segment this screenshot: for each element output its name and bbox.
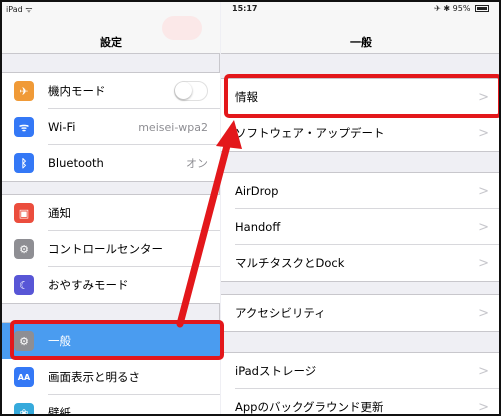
chevron-right-icon: > (478, 183, 489, 199)
detail-item-multitasking-dock[interactable]: マルチタスクとDock > (221, 245, 499, 281)
detail-item-handoff[interactable]: Handoff > (221, 209, 499, 245)
sidebar-item-label: Wi-Fi (48, 120, 76, 134)
wallpaper-icon: ❀ (14, 403, 34, 414)
sidebar-item-notifications[interactable]: ▣ 通知 (2, 195, 220, 231)
general-detail-pane: 一般 情報 > ソフトウェア・アップデート > AirDrop > Handof… (221, 2, 499, 415)
sidebar-item-label: コントロールセンター (48, 242, 163, 256)
sidebar-item-bluetooth[interactable]: ᛒ Bluetooth オン (2, 145, 220, 181)
sidebar-item-label: 壁紙 (48, 406, 71, 416)
wifi-icon: ᯤ (14, 117, 34, 137)
detail-item-label: AirDrop (235, 184, 279, 198)
sidebar-title: 設定 (100, 36, 122, 49)
chevron-right-icon: > (478, 399, 489, 415)
sidebar-item-display-brightness[interactable]: AA 画面表示と明るさ (2, 359, 220, 395)
detail-item-background-app-refresh[interactable]: Appのバックグラウンド更新 > (221, 389, 499, 415)
detail-item-accessibility[interactable]: アクセシビリティ > (221, 295, 499, 331)
sidebar-group-notifications: ▣ 通知 ⚙ コントロールセンター ☾ おやすみモード (2, 194, 220, 304)
chevron-right-icon: > (478, 363, 489, 379)
sidebar-item-label: 通知 (48, 206, 71, 220)
notification-icon: ▣ (14, 203, 34, 223)
sidebar-item-wifi[interactable]: ᯤ Wi-Fi meisei-wpa2 (2, 109, 220, 145)
bluetooth-status: オン (186, 157, 208, 170)
chevron-right-icon: > (478, 255, 489, 271)
detail-group-storage: iPadストレージ > Appのバックグラウンド更新 > (221, 352, 499, 415)
sidebar-item-label: 機内モード (48, 84, 106, 98)
sidebar-item-control-center[interactable]: ⚙ コントロールセンター (2, 231, 220, 267)
moon-icon: ☾ (14, 275, 34, 295)
sidebar-item-do-not-disturb[interactable]: ☾ おやすみモード (2, 267, 220, 303)
sidebar-item-label: おやすみモード (48, 278, 129, 292)
wifi-network-name: meisei-wpa2 (138, 120, 208, 134)
status-indicators: ✈ ✱ 95% (434, 4, 489, 13)
sidebar-item-wallpaper[interactable]: ❀ 壁紙 (2, 395, 220, 416)
detail-item-airdrop[interactable]: AirDrop > (221, 173, 499, 209)
detail-item-label: iPadストレージ (235, 364, 317, 378)
highlight-box-general (10, 320, 224, 360)
detail-item-label: Handoff (235, 220, 281, 234)
sidebar-item-airplane-mode[interactable]: ✈ 機内モード (2, 73, 220, 109)
control-center-icon: ⚙ (14, 239, 34, 259)
battery-icon (475, 5, 489, 12)
highlight-box-about (224, 74, 499, 118)
bluetooth-icon: ᛒ (14, 153, 34, 173)
status-time: 15:17 (232, 4, 258, 13)
screenshot-frame: 設定 ✈ 機内モード ᯤ Wi-Fi meisei-wpa2 ᛒ Bluetoo… (0, 0, 501, 416)
airplane-mode-toggle[interactable] (174, 81, 208, 101)
chevron-right-icon: > (478, 219, 489, 235)
detail-group-accessibility: アクセシビリティ > (221, 294, 499, 332)
detail-item-ipad-storage[interactable]: iPadストレージ > (221, 353, 499, 389)
sidebar-item-label: 画面表示と明るさ (48, 370, 140, 384)
detail-group-continuity: AirDrop > Handoff > マルチタスクとDock > (221, 172, 499, 282)
sidebar-item-label: Bluetooth (48, 156, 104, 170)
display-icon: AA (14, 367, 34, 387)
status-battery-text: ✈ ✱ 95% (434, 4, 471, 13)
detail-item-label: Appのバックグラウンド更新 (235, 400, 384, 414)
detail-item-software-update[interactable]: ソフトウェア・アップデート > (221, 115, 499, 151)
airplane-icon: ✈ (14, 81, 34, 101)
device-wifi-indicator: iPad ᯤ (6, 5, 33, 14)
detail-item-label: ソフトウェア・アップデート (235, 126, 385, 140)
status-bar: iPad ᯤ 15:17 ✈ ✱ 95% (2, 2, 499, 18)
sidebar-group-connectivity: ✈ 機内モード ᯤ Wi-Fi meisei-wpa2 ᛒ Bluetooth … (2, 72, 220, 182)
detail-item-label: マルチタスクとDock (235, 256, 345, 270)
detail-item-label: アクセシビリティ (235, 306, 326, 320)
detail-title: 一般 (350, 36, 372, 49)
chevron-right-icon: > (478, 305, 489, 321)
chevron-right-icon: > (478, 125, 489, 141)
